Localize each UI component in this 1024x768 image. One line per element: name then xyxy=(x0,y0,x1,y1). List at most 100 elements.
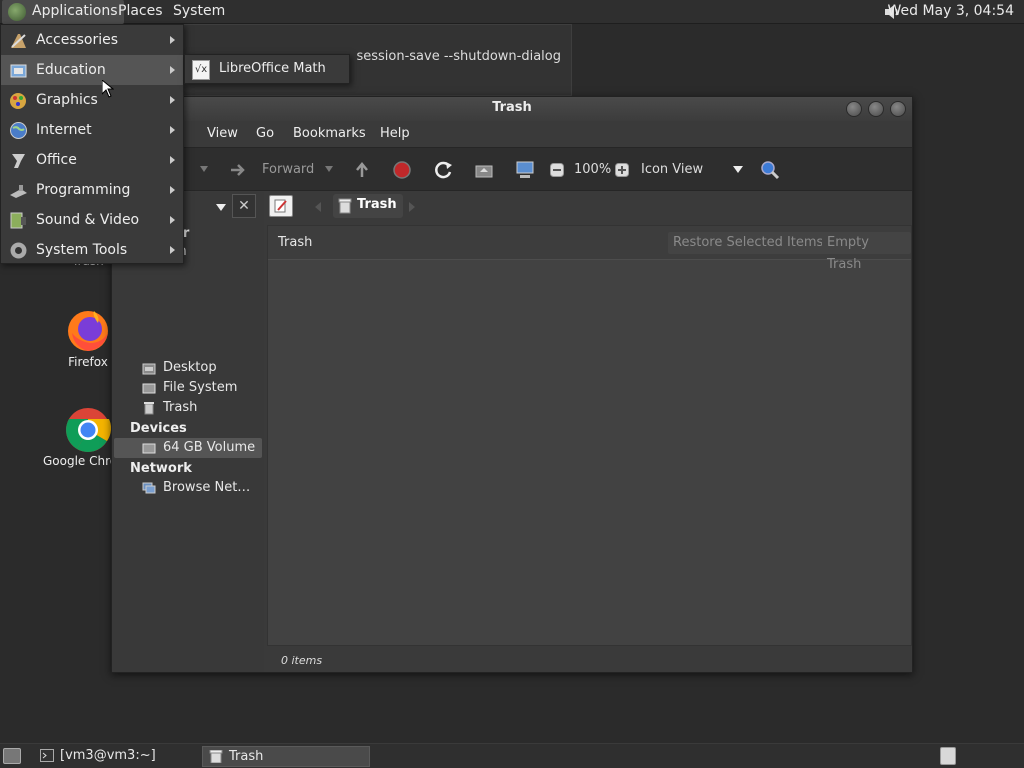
trash-icon xyxy=(144,402,154,415)
menu-item-programming[interactable]: Programming xyxy=(1,175,183,205)
menu-item-accessories[interactable]: Accessories xyxy=(1,25,183,55)
menu-item-label: Education xyxy=(36,62,106,78)
chevron-right-icon xyxy=(170,66,175,74)
network-icon xyxy=(142,482,156,494)
applications-menu[interactable]: Applications xyxy=(2,0,124,24)
graphics-icon xyxy=(10,93,26,109)
menu-view[interactable]: View xyxy=(207,126,238,141)
side-item-trash[interactable]: Trash xyxy=(114,398,262,418)
libreoffice-math-icon: √x xyxy=(192,60,210,80)
office-icon xyxy=(12,154,25,168)
menu-item-office[interactable]: Office xyxy=(1,145,183,175)
chevron-right-icon xyxy=(170,186,175,194)
accessories-icon xyxy=(11,34,26,48)
window-title: Trash xyxy=(492,100,532,115)
side-item-label: 64 GB Volume xyxy=(163,440,256,455)
bottom-panel: [vm3@vm3:~] Trash xyxy=(0,743,1024,768)
restore-selected-items-button[interactable]: Restore Selected Items xyxy=(668,232,829,254)
mouse-cursor-icon xyxy=(102,80,114,98)
places-menu[interactable]: Places xyxy=(112,0,169,24)
menu-item-internet[interactable]: Internet xyxy=(1,115,183,145)
side-item-browse-network[interactable]: Browse Net… xyxy=(114,478,262,498)
chevron-down-icon[interactable] xyxy=(733,166,743,173)
top-panel: Applications Places System Wed May 3, 04… xyxy=(0,0,1024,24)
maximize-button[interactable] xyxy=(868,101,884,117)
education-submenu: √x LibreOffice Math xyxy=(184,54,350,84)
back-history-dropdown-icon[interactable] xyxy=(200,166,208,172)
pencil-icon xyxy=(274,199,287,213)
side-item-label: Trash xyxy=(163,400,198,415)
trash-applet-icon[interactable] xyxy=(940,747,956,765)
view-mode-select[interactable]: Icon View xyxy=(641,162,703,177)
chevron-right-icon xyxy=(170,156,175,164)
chevron-right-icon xyxy=(170,96,175,104)
breadcrumb-left-icon[interactable] xyxy=(315,202,321,212)
chrome-icon xyxy=(66,408,112,452)
side-item-file-system[interactable]: File System xyxy=(114,378,262,398)
show-desktop-icon[interactable] xyxy=(3,748,21,764)
taskbar-terminal[interactable]: [vm3@vm3:~] xyxy=(34,746,194,767)
trash-icon xyxy=(338,198,352,214)
distro-logo-icon xyxy=(8,3,26,21)
zoom-in-icon[interactable] xyxy=(615,163,629,177)
menu-item-libreoffice-math[interactable]: √x LibreOffice Math xyxy=(185,55,349,83)
side-pane-type-dropdown-icon[interactable] xyxy=(216,204,226,211)
empty-trash-button[interactable]: Empty Trash xyxy=(822,232,911,272)
stop-icon[interactable] xyxy=(392,160,412,180)
menu-item-label: Internet xyxy=(36,122,92,138)
menu-item-education[interactable]: Education xyxy=(1,55,183,85)
search-icon[interactable] xyxy=(760,160,780,180)
toolbar: Forward 100% Icon View xyxy=(112,147,912,191)
minimize-button[interactable] xyxy=(846,101,862,117)
side-item-desktop[interactable]: Desktop xyxy=(114,358,262,378)
menu-bookmarks[interactable]: Bookmarks xyxy=(293,126,366,141)
sound-video-icon xyxy=(10,212,26,229)
system-menu[interactable]: System xyxy=(167,0,231,24)
menu-item-sound-video[interactable]: Sound & Video xyxy=(1,205,183,235)
menu-go[interactable]: Go xyxy=(256,126,274,141)
home-folder-icon[interactable] xyxy=(474,160,494,180)
chevron-right-icon xyxy=(170,126,175,134)
computer-icon[interactable] xyxy=(515,160,535,180)
side-item-label: Desktop xyxy=(163,360,217,375)
trash-infobar: Trash Restore Selected Items Empty Trash xyxy=(268,226,911,272)
zoom-out-icon[interactable] xyxy=(550,163,564,177)
internet-globe-icon xyxy=(10,122,27,139)
menu-help[interactable]: Help xyxy=(380,126,410,141)
up-arrow-icon[interactable] xyxy=(352,160,372,180)
item-count: 0 items xyxy=(281,654,323,667)
applications-menu-label: Applications xyxy=(32,3,118,19)
chevron-right-icon xyxy=(170,246,175,254)
side-item-label: File System xyxy=(163,380,238,395)
forward-arrow-icon[interactable] xyxy=(228,160,248,180)
side-section-devices: Devices xyxy=(130,421,187,436)
reload-icon[interactable] xyxy=(434,160,454,180)
chevron-right-icon xyxy=(170,36,175,44)
menu-item-label: System Tools xyxy=(36,242,128,258)
infobar-title: Trash xyxy=(278,235,313,250)
menu-item-label: LibreOffice Math xyxy=(219,61,326,76)
side-section-network: Network xyxy=(130,461,192,476)
close-window-button[interactable] xyxy=(890,101,906,117)
system-tools-gear-icon xyxy=(10,242,27,259)
side-item-label: Browse Net… xyxy=(163,480,251,495)
side-item-64gb-volume[interactable]: 64 GB Volume xyxy=(114,438,262,458)
menu-item-graphics[interactable]: Graphics xyxy=(1,85,183,115)
close-side-pane-button[interactable]: ✕ xyxy=(232,194,256,218)
forward-button-label[interactable]: Forward xyxy=(262,162,314,177)
file-manager-window[interactable]: Trash View Go Bookmarks Help Forward 100… xyxy=(111,96,913,673)
zoom-level[interactable]: 100% xyxy=(574,162,611,177)
breadcrumb-trash[interactable]: Trash xyxy=(333,194,403,218)
file-view[interactable]: Trash Restore Selected Items Empty Trash xyxy=(267,225,912,646)
chevron-right-icon xyxy=(170,216,175,224)
window-titlebar[interactable]: Trash xyxy=(112,97,912,121)
forward-history-dropdown-icon[interactable] xyxy=(325,166,333,172)
clock[interactable]: Wed May 3, 04:54 xyxy=(881,0,1020,24)
drive-icon xyxy=(142,443,156,454)
desktop-folder-icon xyxy=(142,363,156,375)
menu-item-system-tools[interactable]: System Tools xyxy=(1,235,183,265)
menu-item-label: Sound & Video xyxy=(36,212,140,228)
breadcrumb-right-icon[interactable] xyxy=(409,202,415,212)
edit-location-button[interactable] xyxy=(269,195,293,217)
taskbar-trash[interactable]: Trash xyxy=(202,746,370,767)
